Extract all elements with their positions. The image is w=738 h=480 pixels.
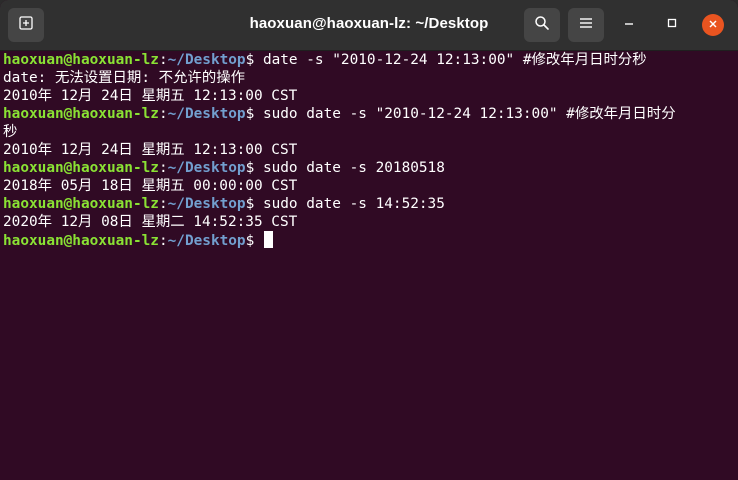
prompt-path: ~/Desktop (167, 160, 246, 176)
terminal-output-line: 2018年 05月 18日 星期五 00:00:00 CST (3, 177, 738, 195)
output-text: date: 无法设置日期: 不允许的操作 (3, 70, 245, 86)
terminal-window: haoxuan@haoxuan-lz: ~/Desktop haoxuan@ha… (0, 0, 738, 480)
prompt-path: ~/Desktop (167, 106, 246, 122)
maximize-button[interactable] (661, 14, 683, 36)
terminal-scrollbar[interactable] (734, 51, 738, 480)
title-bar[interactable]: haoxuan@haoxuan-lz: ~/Desktop (0, 0, 738, 51)
prompt-path: ~/Desktop (167, 233, 246, 249)
prompt-separator: : (158, 52, 168, 68)
command-text: sudo date -s "2010-12-24 12:13:00" #修改年月… (254, 106, 676, 122)
prompt-separator: : (158, 233, 168, 249)
prompt-symbol: $ (245, 233, 255, 249)
maximize-icon (666, 16, 678, 34)
terminal-output-line: 2020年 12月 08日 星期二 14:52:35 CST (3, 213, 738, 231)
output-text: 2010年 12月 24日 星期五 12:13:00 CST (3, 142, 298, 158)
terminal-command-line: haoxuan@haoxuan-lz:~/Desktop$ sudo date … (3, 195, 738, 213)
command-text: date -s "2010-12-24 12:13:00" #修改年月日时分秒 (254, 52, 647, 68)
terminal-output[interactable]: haoxuan@haoxuan-lz:~/Desktop$ date -s "2… (3, 51, 738, 480)
search-button[interactable] (524, 8, 560, 42)
prompt-separator: : (158, 160, 168, 176)
prompt-user: haoxuan@haoxuan-lz (3, 196, 159, 212)
output-text: 2020年 12月 08日 星期二 14:52:35 CST (3, 214, 298, 230)
terminal-command-line: haoxuan@haoxuan-lz:~/Desktop$ (3, 231, 738, 249)
prompt-path: ~/Desktop (167, 196, 246, 212)
prompt-symbol: $ (245, 196, 255, 212)
terminal-output-line: 2010年 12月 24日 星期五 12:13:00 CST (3, 141, 738, 159)
prompt-symbol: $ (245, 160, 255, 176)
search-icon (534, 15, 550, 36)
close-icon (708, 16, 718, 34)
text-cursor (263, 231, 273, 248)
prompt-user: haoxuan@haoxuan-lz (3, 106, 159, 122)
prompt-user: haoxuan@haoxuan-lz (3, 160, 159, 176)
command-text: sudo date -s 20180518 (254, 160, 445, 176)
output-text: 秒 (3, 124, 18, 140)
output-text: 2018年 05月 18日 星期五 00:00:00 CST (3, 178, 298, 194)
terminal-output-line: 2010年 12月 24日 星期五 12:13:00 CST (3, 87, 738, 105)
minimize-button[interactable] (618, 14, 640, 36)
prompt-user: haoxuan@haoxuan-lz (3, 52, 159, 68)
prompt-path: ~/Desktop (167, 52, 246, 68)
command-text (254, 233, 263, 249)
menu-button[interactable] (568, 8, 604, 42)
terminal-output-line: date: 无法设置日期: 不允许的操作 (3, 69, 738, 87)
hamburger-menu-icon (579, 16, 593, 35)
terminal-command-line: haoxuan@haoxuan-lz:~/Desktop$ sudo date … (3, 159, 738, 177)
terminal-command-line: haoxuan@haoxuan-lz:~/Desktop$ date -s "2… (3, 51, 738, 69)
close-button[interactable] (702, 14, 724, 36)
prompt-separator: : (158, 106, 168, 122)
prompt-symbol: $ (245, 106, 255, 122)
minimize-icon (623, 16, 635, 34)
prompt-separator: : (158, 196, 168, 212)
prompt-symbol: $ (245, 52, 255, 68)
prompt-user: haoxuan@haoxuan-lz (3, 233, 159, 249)
terminal-command-line: haoxuan@haoxuan-lz:~/Desktop$ sudo date … (3, 105, 738, 123)
terminal-output-line: 秒 (3, 123, 738, 141)
output-text: 2010年 12月 24日 星期五 12:13:00 CST (3, 88, 298, 104)
command-text: sudo date -s 14:52:35 (254, 196, 445, 212)
